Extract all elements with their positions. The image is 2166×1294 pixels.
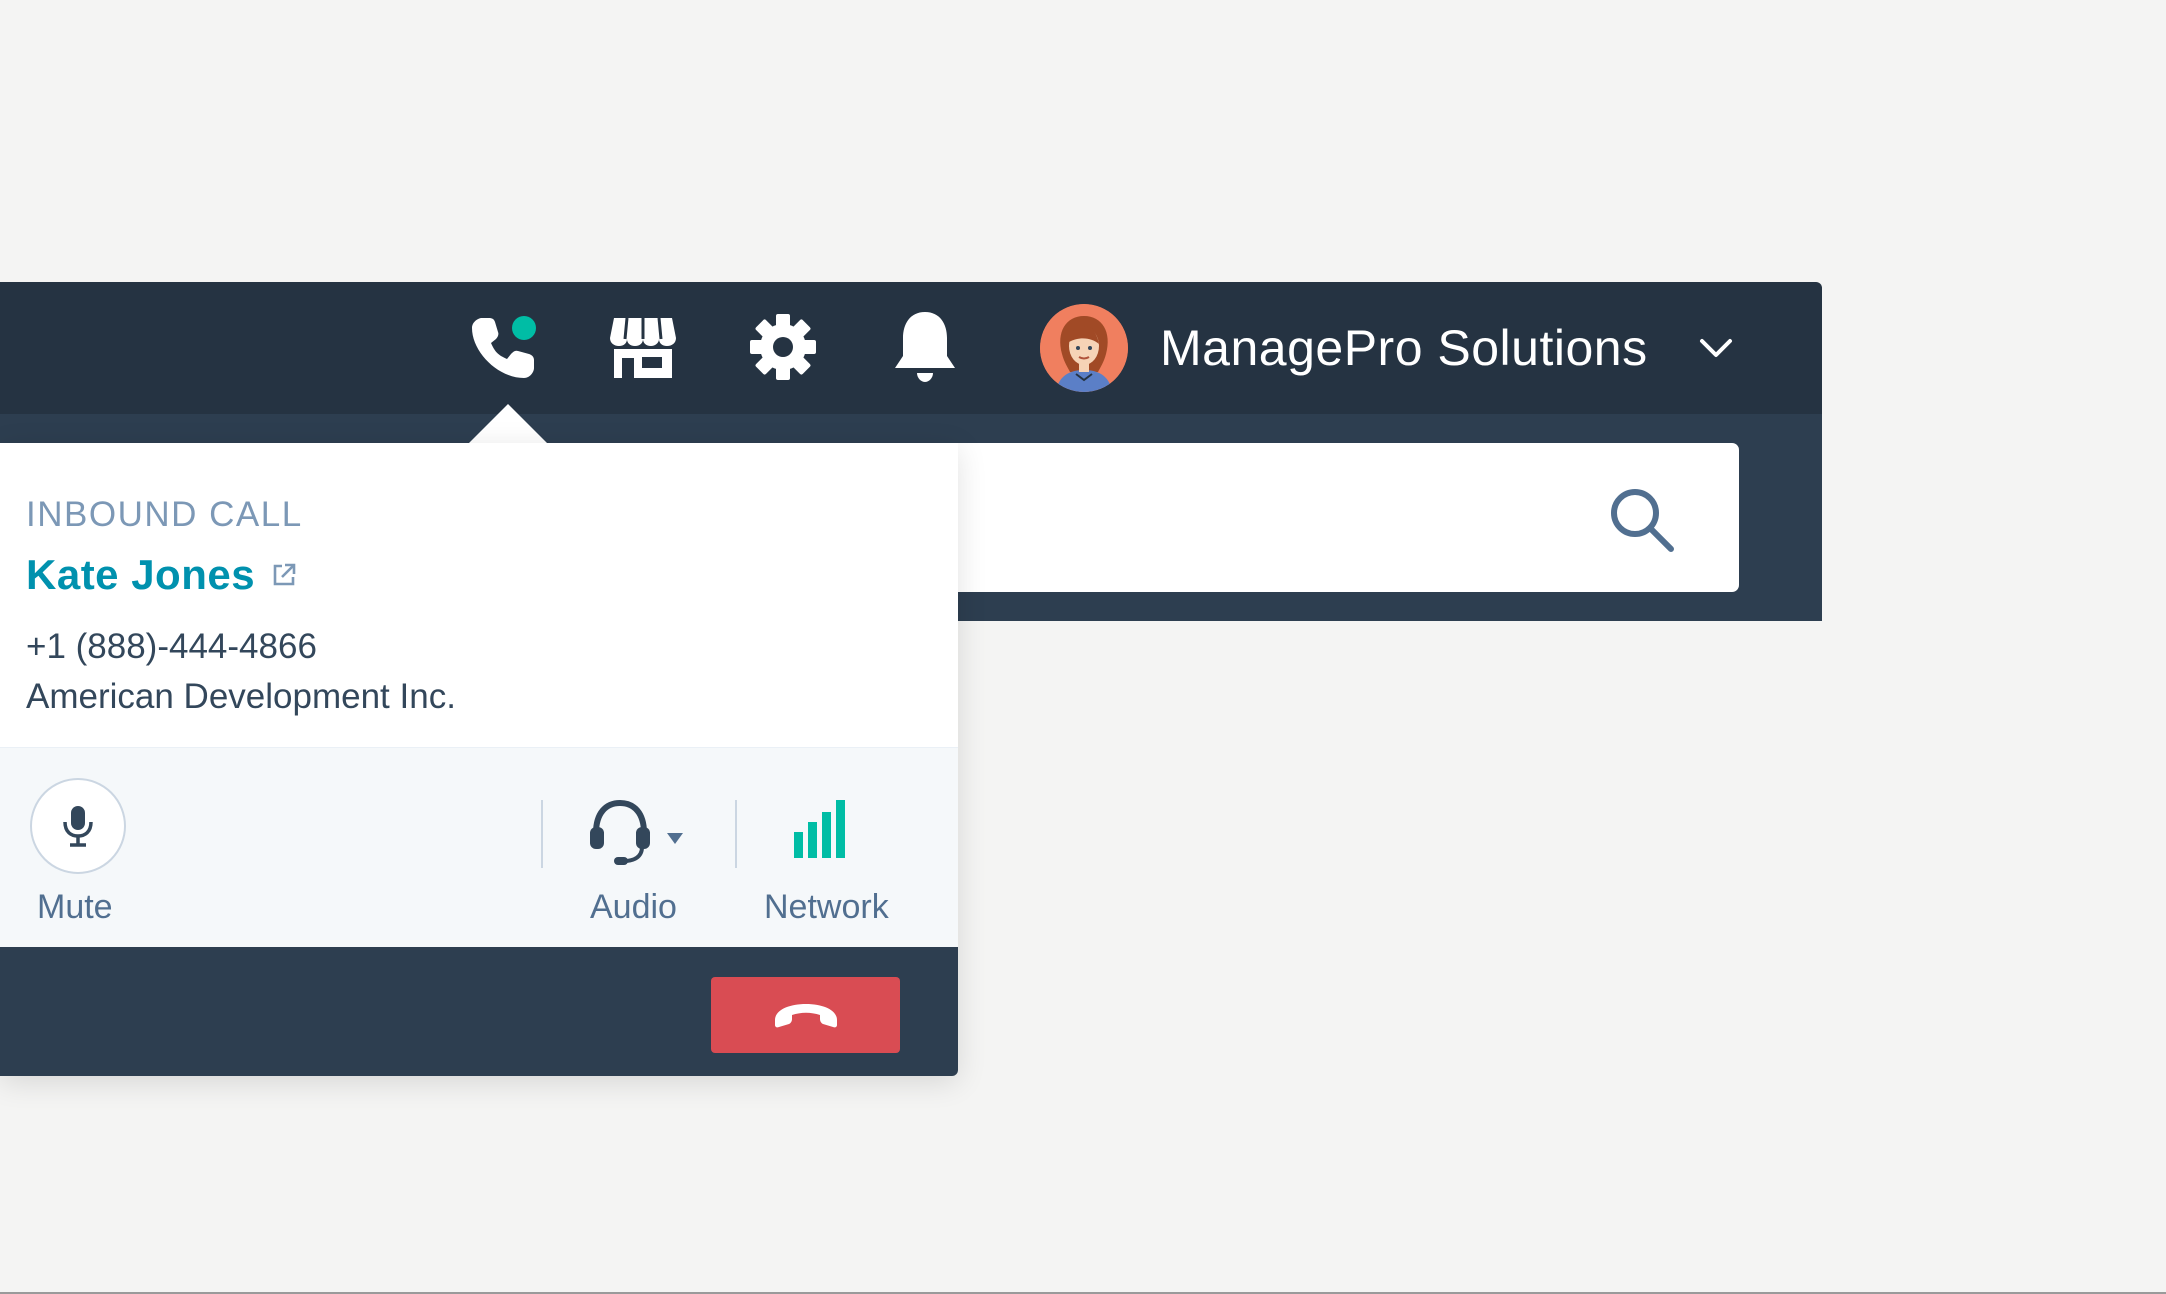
hang-up-button[interactable] [711, 977, 900, 1053]
account-menu[interactable]: ManagePro Solutions [1040, 304, 1740, 392]
contact-company: American Development Inc. [26, 677, 456, 716]
caret-down-icon [667, 833, 683, 844]
popover-caret [468, 404, 548, 444]
divider [735, 800, 737, 868]
network-signal-icon[interactable] [790, 798, 846, 862]
call-type-label: INBOUND CALL [26, 495, 303, 534]
call-footer [0, 947, 958, 1076]
external-link-icon[interactable] [271, 562, 297, 588]
call-info-section: INBOUND CALL Kate Jones +1 (888)-444-486… [0, 443, 958, 747]
call-widget: INBOUND CALL Kate Jones +1 (888)-444-486… [0, 443, 958, 1076]
network-label: Network [764, 888, 889, 926]
settings-icon[interactable] [748, 312, 818, 382]
search-icon[interactable] [1605, 483, 1679, 557]
account-name[interactable]: ManagePro Solutions [1160, 319, 1648, 377]
avatar-icon[interactable] [1040, 304, 1128, 392]
microphone-icon [63, 806, 93, 847]
audio-button[interactable] [588, 796, 698, 870]
headset-icon [590, 799, 650, 865]
divider [541, 800, 543, 868]
call-controls: Mute Audio Network [0, 747, 958, 948]
search-input[interactable] [940, 443, 1739, 592]
contact-name[interactable]: Kate Jones [26, 551, 255, 599]
mute-label: Mute [37, 888, 113, 926]
audio-label: Audio [590, 888, 677, 926]
notifications-icon[interactable] [892, 310, 958, 386]
hang-up-icon [774, 1004, 837, 1028]
chevron-down-icon[interactable] [1696, 328, 1736, 368]
contact-phone: +1 (888)-444-4866 [26, 627, 317, 666]
calling-icon[interactable] [468, 312, 540, 384]
mute-button[interactable] [30, 778, 126, 874]
marketplace-icon[interactable] [608, 314, 678, 380]
contact-link[interactable]: Kate Jones [26, 551, 297, 599]
